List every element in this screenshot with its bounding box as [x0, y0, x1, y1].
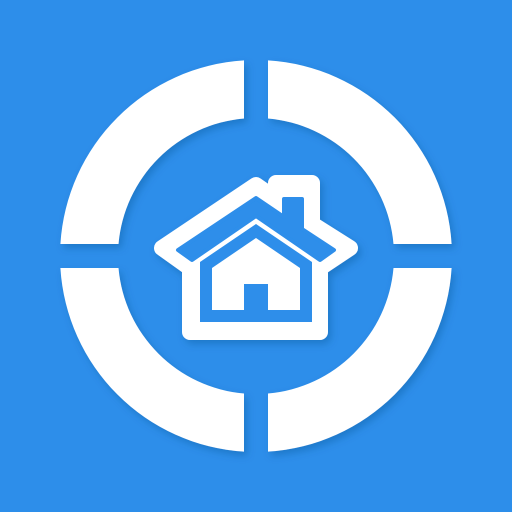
- app-icon: [0, 0, 512, 512]
- home-icon-door: [244, 284, 268, 322]
- home-target-icon: [0, 0, 512, 512]
